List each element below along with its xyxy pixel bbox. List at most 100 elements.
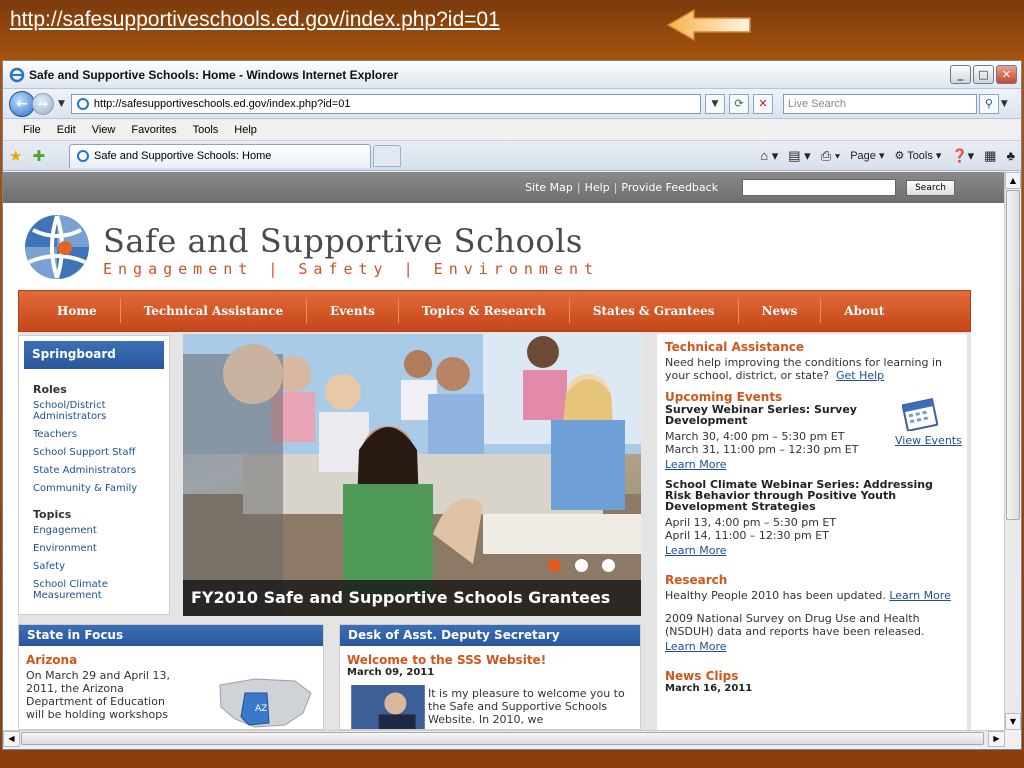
topic-link[interactable]: Engagement	[33, 525, 169, 536]
site-search-input[interactable]	[742, 179, 897, 196]
state-text: On March 29 and April 13, 2011, the Ariz…	[26, 669, 170, 721]
page-favicon-icon	[76, 97, 89, 110]
menu-tools[interactable]: Tools	[193, 124, 219, 136]
learn-more-link[interactable]: Learn More	[665, 544, 727, 557]
right-column: Technical Assistance Need help improving…	[657, 334, 967, 730]
menu-file[interactable]: File	[23, 124, 41, 136]
scroll-up-icon[interactable]: ▲	[1005, 172, 1021, 189]
ta-heading[interactable]: Technical Assistance	[665, 340, 959, 354]
learn-more-link[interactable]: Learn More	[889, 589, 951, 602]
hero-slideshow[interactable]: FY2010 Safe and Supportive Schools Grant…	[183, 334, 641, 616]
news-heading[interactable]: News Clips	[665, 669, 959, 683]
ie-icon	[9, 67, 25, 82]
menu-view[interactable]: View	[92, 124, 116, 136]
help-icon[interactable]: ❓▾	[951, 148, 974, 164]
horizontal-scroll-thumb[interactable]	[21, 732, 984, 745]
get-help-link[interactable]: Get Help	[836, 369, 884, 382]
favorites-star-icon[interactable]: ★	[9, 147, 22, 165]
role-link[interactable]: Teachers	[33, 429, 169, 440]
address-toolbar: ← → ▼ http://safesupportiveschools.ed.go…	[3, 89, 1021, 119]
title-bar: Safe and Supportive Schools: Home - Wind…	[3, 61, 1021, 89]
add-favorites-icon[interactable]: ✚	[32, 147, 45, 165]
feedback-link[interactable]: Provide Feedback	[621, 181, 718, 194]
learn-more-link[interactable]: Learn More	[665, 640, 727, 653]
hero-caption[interactable]: FY2010 Safe and Supportive Schools Grant…	[183, 580, 641, 616]
site-brand-title: Safe and Supportive Schools	[103, 222, 583, 260]
nav-home[interactable]: Home	[19, 299, 121, 323]
desk-date: March 09, 2011	[347, 667, 435, 678]
menu-bar: File Edit View Favorites Tools Help	[3, 119, 1021, 141]
search-input[interactable]: Live Search	[782, 93, 977, 114]
feeds-icon[interactable]: ▤ ▾	[788, 148, 810, 164]
window-title: Safe and Supportive Schools: Home - Wind…	[29, 67, 399, 82]
deputy-secretary-box: Desk of Asst. Deputy Secretary Welcome t…	[339, 624, 641, 730]
role-link[interactable]: School Support Staff	[33, 447, 169, 458]
slide-dot-1[interactable]	[548, 559, 561, 572]
address-dropdown-icon[interactable]: ▼	[704, 93, 725, 114]
stop-icon[interactable]: ✕	[752, 93, 773, 114]
minimize-icon[interactable]: _	[950, 65, 971, 84]
refresh-icon[interactable]: ⟳	[728, 93, 749, 114]
topic-link[interactable]: Environment	[33, 543, 169, 554]
research-icon[interactable]: ▦	[984, 148, 996, 164]
scroll-right-icon[interactable]: ▶	[988, 731, 1005, 747]
search-icon[interactable]: ⚲	[978, 93, 999, 114]
nav-events[interactable]: Events	[307, 299, 399, 323]
slide-dot-3[interactable]	[602, 559, 615, 572]
back-arrow-icon[interactable]	[666, 8, 752, 42]
role-link[interactable]: State Administrators	[33, 465, 169, 476]
springboard-title: Springboard	[24, 341, 164, 369]
event2-date2: April 14, 11:00 – 12:30 pm ET	[665, 529, 829, 542]
nav-technical-assistance[interactable]: Technical Assistance	[121, 299, 308, 323]
state-name[interactable]: Arizona	[26, 653, 323, 667]
menu-favorites[interactable]: Favorites	[131, 124, 176, 136]
address-field[interactable]: http://safesupportiveschools.ed.gov/inde…	[70, 93, 701, 114]
maximize-icon[interactable]: □	[973, 65, 994, 84]
topic-link[interactable]: School Climate Measurement	[33, 579, 133, 601]
site-map-link[interactable]: Site Map	[525, 181, 573, 194]
page-menu[interactable]: Page ▾	[850, 149, 884, 162]
vertical-scrollbar[interactable]: ▲ ▼	[1004, 172, 1021, 730]
role-link[interactable]: Community & Family	[33, 483, 169, 494]
nav-states-grantees[interactable]: States & Grantees	[570, 299, 739, 323]
role-link[interactable]: School/District Administrators	[33, 400, 133, 422]
history-dropdown-icon[interactable]: ▼	[58, 99, 65, 109]
tab-title: Safe and Supportive Schools: Home	[94, 150, 272, 162]
scroll-left-icon[interactable]: ◀	[3, 731, 20, 747]
roles-heading: Roles	[33, 383, 67, 396]
scroll-down-icon[interactable]: ▼	[1005, 713, 1021, 730]
new-tab-button[interactable]	[373, 144, 402, 167]
desk-heading[interactable]: Welcome to the SSS Website!	[347, 653, 640, 667]
menu-edit[interactable]: Edit	[57, 124, 76, 136]
print-icon[interactable]: ⎙ ▾	[821, 148, 840, 164]
close-icon[interactable]: ✕	[996, 65, 1017, 84]
nav-about[interactable]: About	[821, 299, 907, 323]
home-icon[interactable]: ⌂ ▾	[760, 148, 778, 164]
nav-news[interactable]: News	[739, 299, 822, 323]
nav-topics-research[interactable]: Topics & Research	[399, 299, 570, 323]
menu-help[interactable]: Help	[234, 124, 257, 136]
vertical-scroll-thumb[interactable]	[1006, 190, 1020, 520]
desk-title: Desk of Asst. Deputy Secretary	[340, 625, 640, 646]
forward-button[interactable]: →	[32, 92, 54, 115]
slide-url-link[interactable]: http://safesupportiveschools.ed.gov/inde…	[10, 8, 500, 32]
horizontal-scrollbar[interactable]: ◀ ▶	[3, 730, 1005, 747]
learn-more-link[interactable]: Learn More	[665, 458, 727, 471]
state-focus-title: State in Focus	[19, 625, 323, 646]
messenger-icon[interactable]: ♣	[1006, 148, 1015, 163]
view-events-link[interactable]: View Events	[895, 434, 962, 447]
sss-logo	[25, 215, 89, 279]
topic-link[interactable]: Safety	[33, 561, 169, 572]
research-heading[interactable]: Research	[665, 573, 959, 587]
calendar-icon[interactable]	[902, 397, 938, 431]
event1-title: Survey Webinar Series: Survey Developmen…	[665, 403, 857, 427]
tab-bar: ★ ✚ Safe and Supportive Schools: Home ⌂ …	[3, 141, 1021, 171]
site-search-button[interactable]: Search	[906, 179, 955, 196]
search-options-icon[interactable]: ▼	[1001, 99, 1008, 109]
springboard-panel: Springboard Roles School/District Admini…	[18, 335, 170, 615]
help-link[interactable]: Help	[585, 181, 610, 194]
slide-dot-2[interactable]	[575, 559, 588, 572]
tools-menu[interactable]: ⚙ Tools ▾	[894, 149, 941, 162]
state-in-focus-box: State in Focus Arizona On March 29 and A…	[18, 624, 324, 730]
tab-active[interactable]: Safe and Supportive Schools: Home	[69, 143, 372, 168]
